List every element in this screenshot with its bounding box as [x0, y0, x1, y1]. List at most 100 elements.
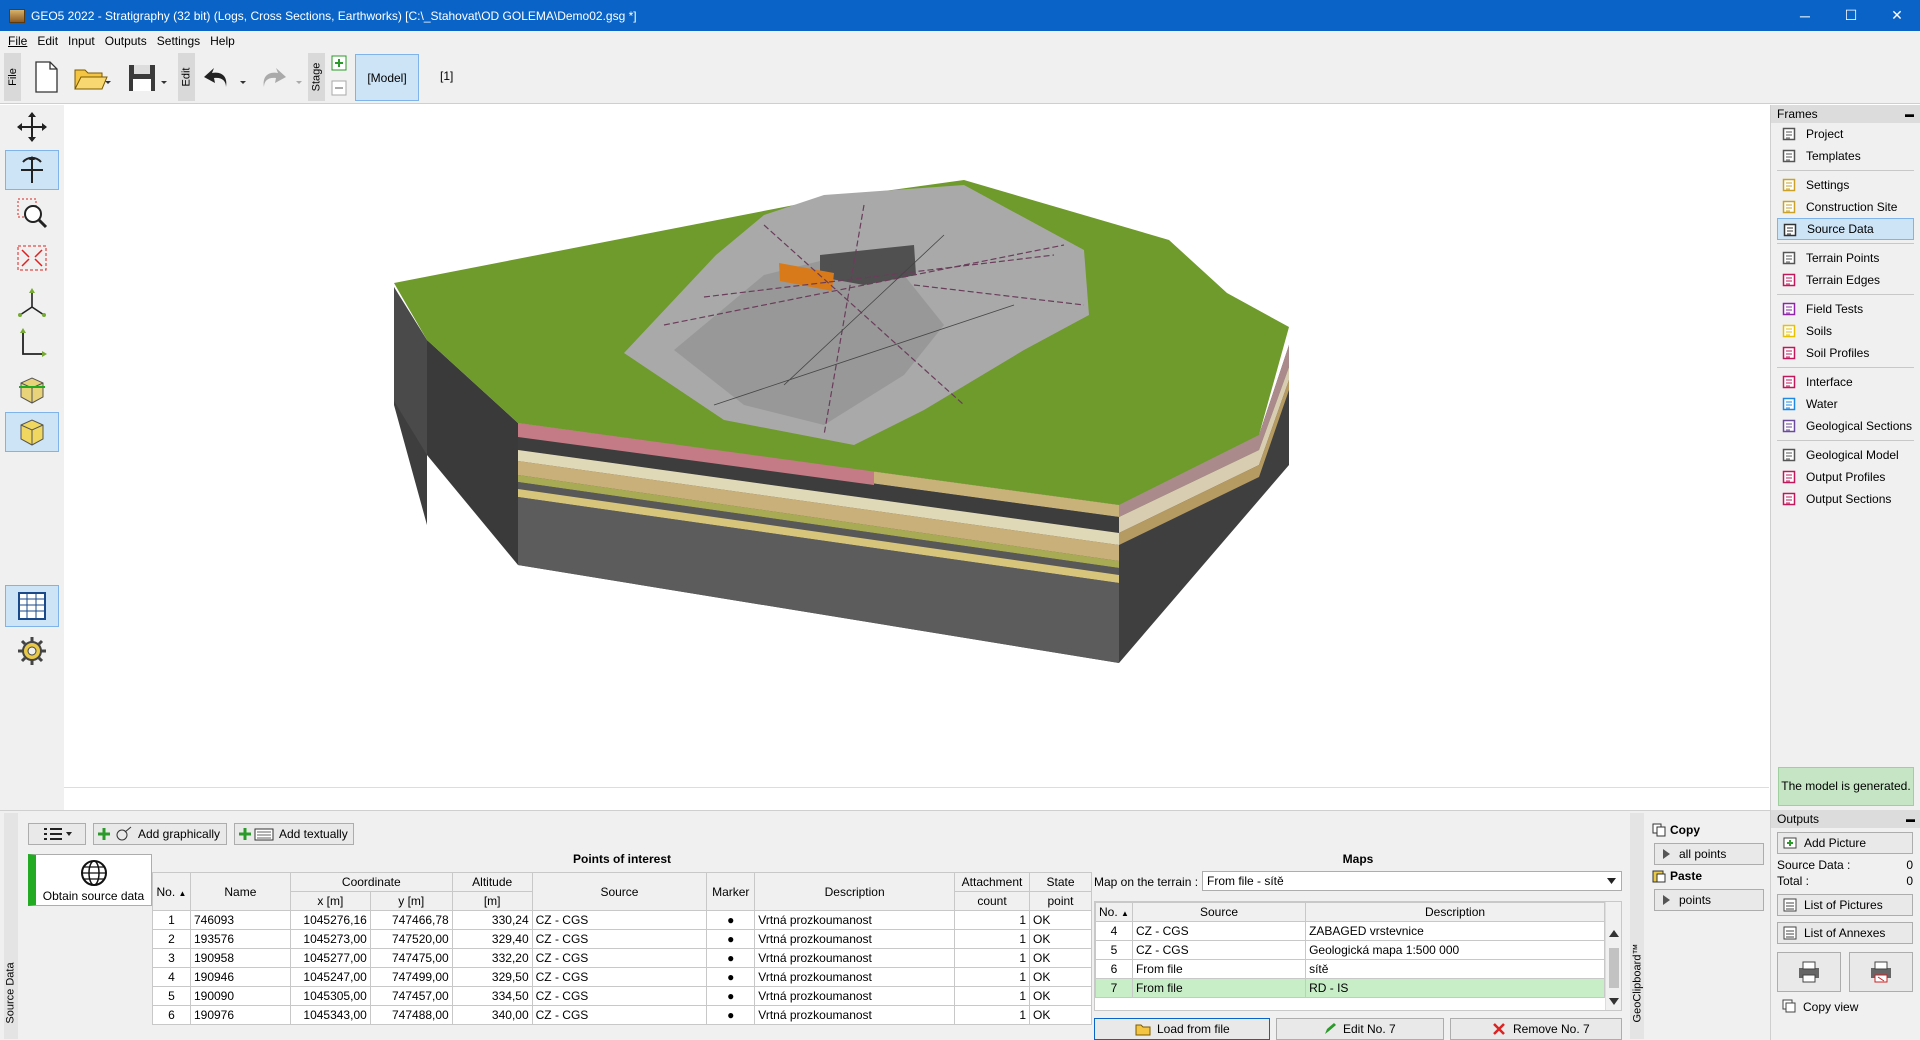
view-settings-tool[interactable]	[5, 630, 59, 672]
map-on-terrain-select[interactable]: From file - sítě	[1202, 871, 1622, 891]
obtain-source-data-button[interactable]: Obtain source data	[28, 854, 152, 906]
print-export-button[interactable]	[1849, 952, 1913, 992]
col-coordinate[interactable]: Coordinate	[289, 872, 453, 892]
print-button[interactable]	[1777, 952, 1841, 992]
add-textually-button[interactable]: Add textually	[234, 823, 354, 845]
collapse-outputs-button[interactable]: ▬	[1906, 814, 1915, 824]
map-row[interactable]: 4 CZ - CGS ZABAGED vrstevnice	[1095, 921, 1605, 941]
col-no[interactable]: No. ▲	[152, 872, 191, 911]
model-stage-button[interactable]: [Model]	[355, 54, 419, 101]
redo-icon[interactable]	[256, 59, 304, 95]
col-attachment[interactable]: Attachment	[954, 872, 1030, 892]
frame-terrain-points[interactable]: Terrain Points	[1777, 247, 1914, 269]
frame-project[interactable]: Project	[1777, 123, 1914, 145]
remove-map-button[interactable]: Remove No. 7	[1450, 1018, 1622, 1040]
undo-icon[interactable]	[200, 59, 248, 95]
terrain-points-icon	[1782, 251, 1796, 265]
maps-col-no[interactable]: No. ▲	[1095, 902, 1133, 922]
poi-row[interactable]: 2 193576 1045273,00 747520,00 329,40 CZ - CGS…	[152, 929, 1092, 949]
menu-edit[interactable]: Edit	[33, 34, 64, 48]
menu-help[interactable]: Help	[206, 34, 241, 48]
points-of-interest-title: Points of interest	[572, 852, 671, 866]
menu-input[interactable]: Input	[64, 34, 101, 48]
rotate-tool[interactable]	[5, 150, 59, 190]
add-picture-button[interactable]: Add Picture	[1777, 832, 1913, 854]
col-x: x [m]	[289, 891, 371, 911]
poi-row[interactable]: 1 746093 1045276,16 747466,78 330,24 CZ - CGS…	[152, 910, 1092, 930]
frame-construction-site[interactable]: Construction Site	[1777, 196, 1914, 218]
poi-cell-x: 1045247,00	[289, 967, 371, 987]
frame-field-tests[interactable]: Field Tests	[1777, 298, 1914, 320]
save-icon[interactable]	[126, 59, 172, 95]
zoom-tool[interactable]	[5, 193, 59, 233]
add-stage-icon[interactable]	[331, 55, 347, 71]
frame-geological-model[interactable]: Geological Model	[1777, 444, 1914, 466]
collapse-frames-button[interactable]: ▬	[1905, 109, 1914, 119]
axis-2d-tool[interactable]	[5, 323, 59, 363]
maps-col-source[interactable]: Source	[1131, 902, 1307, 922]
table-view-tool[interactable]	[5, 585, 59, 627]
frame-settings[interactable]: Settings	[1777, 174, 1914, 196]
minimize-button[interactable]: ─	[1782, 0, 1828, 31]
maps-table-container: No. ▲ Source Description 4 CZ - CGS ZABAGE…	[1094, 901, 1622, 1011]
frame-water[interactable]: Water	[1777, 393, 1914, 415]
poi-row[interactable]: 4 190946 1045247,00 747499,00 329,50 CZ - CGS…	[152, 967, 1092, 987]
frame-source-data[interactable]: Source Data	[1777, 218, 1914, 240]
open-folder-icon[interactable]	[72, 59, 112, 95]
frame-soils[interactable]: Soils	[1777, 320, 1914, 342]
list-of-pictures-button[interactable]: List of Pictures	[1777, 894, 1913, 916]
map-row[interactable]: 7 From file RD - IS	[1095, 978, 1605, 998]
poi-cell-alt: 330,24	[451, 910, 533, 930]
copy-view-button[interactable]: Copy view	[1777, 996, 1913, 1018]
view-mode-dropdown[interactable]	[28, 823, 86, 845]
add-graphically-button[interactable]: Add graphically	[93, 823, 227, 845]
frame-output-sections[interactable]: Output Sections	[1777, 488, 1914, 510]
scroll-up-icon[interactable]	[1609, 930, 1619, 937]
maps-col-description[interactable]: Description	[1305, 902, 1605, 922]
list-of-annexes-button[interactable]: List of Annexes	[1777, 922, 1913, 944]
model-view-tool[interactable]	[5, 412, 59, 452]
remove-stage-icon[interactable]	[331, 80, 347, 96]
col-marker[interactable]: Marker	[706, 872, 756, 911]
col-source[interactable]: Source	[531, 872, 708, 911]
geoclipboard-side-tab[interactable]: GeoClipboard™	[1630, 813, 1644, 1039]
scroll-thumb[interactable]	[1609, 948, 1619, 988]
edit-map-button[interactable]: Edit No. 7	[1276, 1018, 1444, 1040]
paste-points-button[interactable]: points	[1654, 889, 1764, 911]
file-group-label: File	[4, 53, 21, 101]
menu-settings[interactable]: Settings	[153, 34, 206, 48]
poi-row[interactable]: 6 190976 1045343,00 747488,00 340,00 CZ - CGS…	[152, 1005, 1092, 1025]
new-file-icon[interactable]	[30, 59, 62, 95]
stage-1-button[interactable]: [1]	[440, 69, 453, 83]
menu-outputs[interactable]: Outputs	[101, 34, 153, 48]
3d-viewport[interactable]	[64, 105, 1769, 810]
maps-scrollbar[interactable]	[1605, 902, 1621, 1010]
poi-row[interactable]: 3 190958 1045277,00 747475,00 332,20 CZ - CGS…	[152, 948, 1092, 968]
menu-file[interactable]: File	[4, 34, 33, 48]
poi-row[interactable]: 5 190090 1045305,00 747457,00 334,50 CZ - CGS…	[152, 986, 1092, 1006]
frame-templates[interactable]: Templates	[1777, 145, 1914, 167]
map-row[interactable]: 6 From file sítě	[1095, 959, 1605, 979]
map-row[interactable]: 5 CZ - CGS Geologická mapa 1:500 000	[1095, 940, 1605, 960]
col-state[interactable]: State	[1029, 872, 1092, 892]
close-button[interactable]: ✕	[1874, 0, 1920, 31]
frame-output-profiles[interactable]: Output Profiles	[1777, 466, 1914, 488]
col-name[interactable]: Name	[189, 872, 291, 911]
frame-soil-profiles[interactable]: Soil Profiles	[1777, 342, 1914, 364]
section-view-tool[interactable]	[5, 370, 59, 410]
col-description[interactable]: Description	[754, 872, 956, 911]
maximize-button[interactable]: ☐	[1828, 0, 1874, 31]
frame-terrain-edges[interactable]: Terrain Edges	[1777, 269, 1914, 291]
col-altitude[interactable]: Altitude	[451, 872, 533, 892]
frame-interface[interactable]: Interface	[1777, 371, 1914, 393]
clipboard-copy-label: Copy	[1652, 823, 1700, 837]
zoom-extents-tool[interactable]	[5, 238, 59, 278]
move-tool[interactable]	[5, 107, 59, 147]
scroll-down-icon[interactable]	[1609, 998, 1619, 1005]
map-on-terrain-label: Map on the terrain :	[1094, 875, 1199, 889]
copy-all-points-button[interactable]: all points	[1654, 843, 1764, 865]
load-from-file-button[interactable]: Load from file	[1094, 1018, 1270, 1040]
source-data-side-tab[interactable]: Source Data	[4, 813, 18, 1039]
axis-view-tool[interactable]	[5, 283, 59, 323]
frame-geological-sections[interactable]: Geological Sections	[1777, 415, 1914, 437]
